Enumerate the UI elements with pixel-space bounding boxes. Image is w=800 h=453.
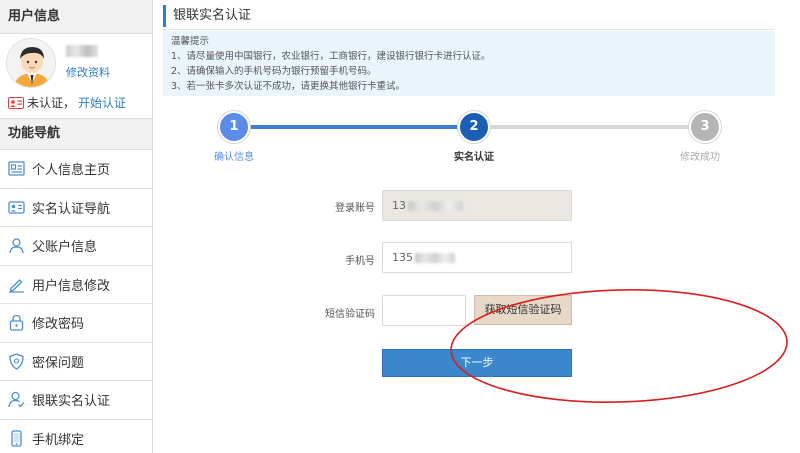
page-title: 银联实名认证 <box>163 5 251 27</box>
phone-label: 手机号 <box>345 256 375 267</box>
username-masked <box>66 45 98 57</box>
step-1-label: 确认信息 <box>214 152 254 163</box>
user-info-header: 用户信息 <box>0 0 152 34</box>
account-field: 13 <box>382 190 572 221</box>
title-divider <box>163 29 775 30</box>
sidebar-item-label: 父账户信息 <box>32 240 98 256</box>
sidebar-item-phone-binding[interactable]: 手机绑定 <box>0 420 152 453</box>
next-step-button[interactable]: 下一步 <box>382 349 572 377</box>
step-1-circle: 1 <box>218 111 250 143</box>
avatar-icon <box>7 39 55 87</box>
user-box: 修改资料 未认证， 开始认证 <box>0 34 152 114</box>
get-sms-code-button[interactable]: 获取短信验证码 <box>474 295 572 325</box>
sidebar: 用户信息 修改资料 未认证， 开始认证 功能导航 个人信息主页 实名认证导航 父… <box>0 0 153 453</box>
lock-icon <box>9 315 24 331</box>
step-track-todo <box>474 125 705 129</box>
step-2-circle: 2 <box>458 111 490 143</box>
account-label: 登录账号 <box>335 203 375 214</box>
sidebar-item-label: 实名认证导航 <box>32 201 111 217</box>
id-card-alert-icon <box>8 96 24 109</box>
sidebar-item-unionpay-auth[interactable]: 银联实名认证 <box>0 381 152 420</box>
phone-field[interactable]: 135 <box>382 242 572 273</box>
id-card-icon <box>8 201 25 214</box>
home-card-icon <box>8 161 25 176</box>
sms-code-input[interactable] <box>382 295 466 326</box>
shield-icon <box>9 353 24 370</box>
tips-line: 3、若一张卡多次认证不成功，请更换其他银行卡重试。 <box>171 81 406 92</box>
sms-code-label: 短信验证码 <box>325 309 375 320</box>
auth-status-text: 未认证， <box>27 96 76 110</box>
user-check-icon <box>8 392 25 408</box>
auth-status: 未认证， 开始认证 <box>8 94 126 111</box>
tips-line: 1、请尽量使用中国银行，农业银行，工商银行，建设银行银行卡进行认证。 <box>171 51 491 62</box>
sidebar-item-change-password[interactable]: 修改密码 <box>0 304 152 343</box>
sidebar-item-label: 个人信息主页 <box>32 163 111 179</box>
avatar <box>6 38 56 88</box>
step-3-circle: 3 <box>689 111 721 143</box>
sidebar-item-label: 用户信息修改 <box>32 278 111 294</box>
sidebar-item-label: 银联实名认证 <box>32 394 111 410</box>
step-3-label: 修改成功 <box>680 152 720 163</box>
phone-icon <box>11 430 22 447</box>
tips-line: 2、请确保输入的手机号码为银行预留手机号码。 <box>171 66 377 77</box>
edit-profile-link[interactable]: 修改资料 <box>66 64 110 80</box>
pencil-icon <box>9 278 24 293</box>
sidebar-item-realname-guide[interactable]: 实名认证导航 <box>0 189 152 227</box>
main-content: 银联实名认证 温馨提示 1、请尽量使用中国银行，农业银行，工商银行，建设银行银行… <box>153 0 800 453</box>
sidebar-item-parent-account[interactable]: 父账户信息 <box>0 227 152 266</box>
sidebar-item-label: 密保问题 <box>32 355 85 371</box>
account-value: 13 <box>392 199 406 212</box>
phone-masked <box>415 253 455 263</box>
tips-box: 温馨提示 1、请尽量使用中国银行，农业银行，工商银行，建设银行银行卡进行认证。 … <box>163 31 775 96</box>
sidebar-item-security-question[interactable]: 密保问题 <box>0 343 152 381</box>
account-masked <box>408 201 463 211</box>
start-auth-link[interactable]: 开始认证 <box>78 94 126 111</box>
sidebar-item-label: 手机绑定 <box>32 432 85 448</box>
user-icon <box>9 238 24 254</box>
step-2-label: 实名认证 <box>454 152 494 163</box>
phone-value: 135 <box>392 251 413 264</box>
tips-heading: 温馨提示 <box>171 36 210 47</box>
sidebar-item-profile-home[interactable]: 个人信息主页 <box>0 150 152 189</box>
sidebar-item-label: 修改密码 <box>32 317 85 333</box>
sidebar-item-edit-user-info[interactable]: 用户信息修改 <box>0 266 152 304</box>
step-track-done <box>234 125 474 129</box>
nav-header: 功能导航 <box>0 118 152 150</box>
